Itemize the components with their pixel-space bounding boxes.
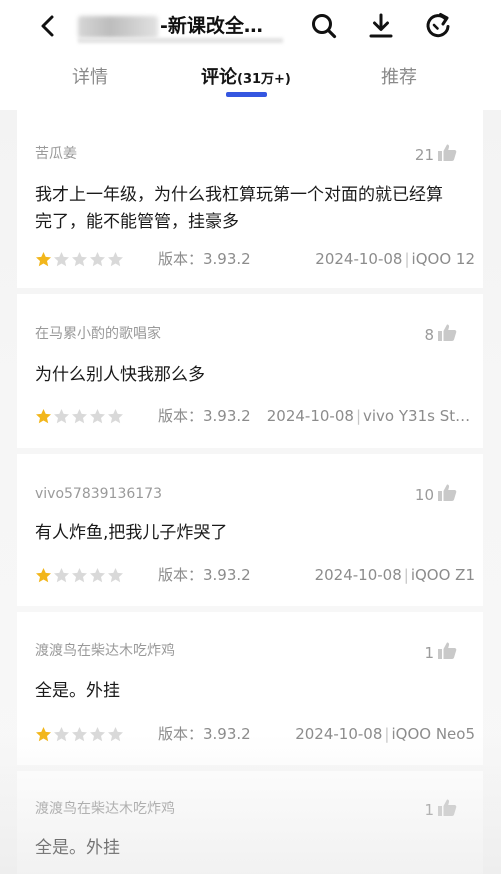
navbar: -新课改全… (0, 0, 501, 52)
star-empty-icon (53, 408, 70, 429)
device-name: iQOO 12 (411, 250, 475, 268)
page-title: -新课改全… (160, 15, 263, 37)
active-tab-indicator (226, 92, 267, 97)
comment-username[interactable]: 在马累小酌的歌唱家 (35, 325, 161, 343)
date-device: 2024-10-08 | iQOO Neo5 (295, 724, 475, 744)
star-empty-icon (71, 726, 88, 747)
like-count: 1 (424, 643, 434, 662)
star-empty-icon (107, 726, 124, 747)
star-empty-icon (53, 726, 70, 747)
star-empty-icon (89, 251, 106, 272)
thumbs-up-icon (437, 323, 457, 346)
device-name: iQOO Z1 (410, 566, 475, 584)
comment-text: 全是。外挂 (35, 681, 120, 701)
star-rating (35, 726, 124, 747)
thumbs-up-icon (437, 143, 457, 166)
star-empty-icon (89, 726, 106, 747)
star-filled-icon (35, 567, 52, 588)
date-device: 2024-10-08 | iQOO Z1 (315, 565, 475, 585)
tab-recommend-label: 推荐 (381, 67, 417, 88)
star-rating (35, 251, 124, 272)
separator: | (403, 566, 409, 584)
app-version: 版本：3.93.2 (158, 250, 251, 268)
date-device: 2024-10-08 | iQOO 12 (315, 249, 475, 269)
like-count: 10 (414, 485, 434, 504)
back-arrow-icon[interactable] (34, 12, 62, 40)
date-device: 2024-10-08 | vivo Y31s Sta… (267, 406, 475, 426)
comment-card: 渡渡鸟在柴达木吃炸鸡 1 全是。外挂 版本：3.93.2 2024-10-08 |… (17, 612, 483, 765)
star-filled-icon (35, 408, 52, 429)
star-empty-icon (107, 408, 124, 429)
tab-comments-label: 评论 (201, 67, 237, 88)
comment-meta: 版本：3.93.2 2024-10-08 | iQOO Neo5 (35, 724, 475, 746)
device-name: iQOO Neo5 (391, 725, 475, 743)
star-rating (35, 567, 124, 588)
comment-date: 2024-10-08 (315, 250, 403, 268)
tab-details[interactable]: 详情 (72, 66, 108, 90)
star-empty-icon (53, 251, 70, 272)
star-empty-icon (71, 251, 88, 272)
star-empty-icon (71, 408, 88, 429)
download-icon[interactable] (366, 11, 396, 41)
comment-card: 渡渡鸟在柴达木吃炸鸡 1 全是。外挂 (17, 771, 483, 874)
like-count: 8 (424, 325, 434, 344)
star-empty-icon (89, 567, 106, 588)
app-version: 版本：3.93.2 (158, 407, 251, 425)
star-filled-icon (35, 251, 52, 272)
like-button[interactable]: 1 (424, 798, 457, 821)
star-empty-icon (107, 567, 124, 588)
refresh-icon[interactable] (423, 11, 453, 41)
app-version: 版本：3.93.2 (158, 725, 251, 743)
comment-username[interactable]: 渡渡鸟在柴达木吃炸鸡 (35, 642, 175, 660)
comment-meta: 版本：3.93.2 2024-10-08 | iQOO 12 (35, 249, 475, 271)
comment-text: 有人炸鱼,把我儿子炸哭了 (35, 523, 228, 543)
like-button[interactable]: 8 (424, 323, 457, 346)
comment-list[interactable]: 苦瓜姜 21 我才上一年级，为什么我杠算玩第一个对面的就已经算完了，能不能管管，… (0, 110, 501, 874)
tab-comments-count: (31万+) (237, 72, 291, 87)
star-empty-icon (107, 251, 124, 272)
like-count: 21 (414, 145, 434, 164)
comment-date: 2024-10-08 (314, 566, 402, 584)
comment-username[interactable]: 渡渡鸟在柴达木吃炸鸡 (35, 800, 175, 818)
comment-date: 2024-10-08 (295, 725, 383, 743)
separator: | (355, 407, 361, 425)
comment-meta: 版本：3.93.2 2024-10-08 | iQOO Z1 (35, 565, 475, 587)
separator: | (404, 250, 410, 268)
title-blurred-prefix (78, 16, 158, 38)
like-count: 1 (424, 800, 434, 819)
tab-details-label: 详情 (72, 67, 108, 88)
search-icon[interactable] (309, 11, 339, 41)
comment-card: 苦瓜姜 21 我才上一年级，为什么我杠算玩第一个对面的就已经算完了，能不能管管，… (17, 110, 483, 288)
comment-text: 为什么别人快我那么多 (35, 365, 205, 385)
tab-bar: 详情 评论(31万+) 推荐 (0, 58, 501, 102)
star-empty-icon (53, 567, 70, 588)
comment-card: 在马累小酌的歌唱家 8 为什么别人快我那么多 版本：3.93.2 2024-10… (17, 294, 483, 448)
tab-comments[interactable]: 评论(31万+) (201, 66, 291, 92)
comment-card: vivo57839136173 10 有人炸鱼,把我儿子炸哭了 版本：3.93.… (17, 454, 483, 606)
top-bar: -新课改全… 详情 评论(31万+) 推荐 (0, 0, 501, 110)
thumbs-up-icon (437, 641, 457, 664)
comment-meta: 版本：3.93.2 2024-10-08 | vivo Y31s Sta… (35, 406, 475, 428)
thumbs-up-icon (437, 483, 457, 506)
like-button[interactable]: 1 (424, 641, 457, 664)
tab-recommend[interactable]: 推荐 (381, 66, 417, 90)
like-button[interactable]: 10 (415, 483, 457, 506)
comment-username[interactable]: vivo57839136173 (35, 485, 162, 503)
app-version: 版本：3.93.2 (158, 566, 251, 584)
comment-text: 全是。外挂 (35, 838, 120, 858)
star-rating (35, 408, 124, 429)
comment-date: 2024-10-08 (266, 407, 354, 425)
like-button[interactable]: 21 (415, 143, 457, 166)
comment-text: 我才上一年级，为什么我杠算玩第一个对面的就已经算完了，能不能管管，挂豪多 (35, 185, 443, 232)
star-empty-icon (89, 408, 106, 429)
device-name: vivo Y31s Sta… (363, 407, 475, 425)
star-empty-icon (71, 567, 88, 588)
comment-username[interactable]: 苦瓜姜 (35, 145, 77, 163)
thumbs-up-icon (437, 798, 457, 821)
star-filled-icon (35, 726, 52, 747)
